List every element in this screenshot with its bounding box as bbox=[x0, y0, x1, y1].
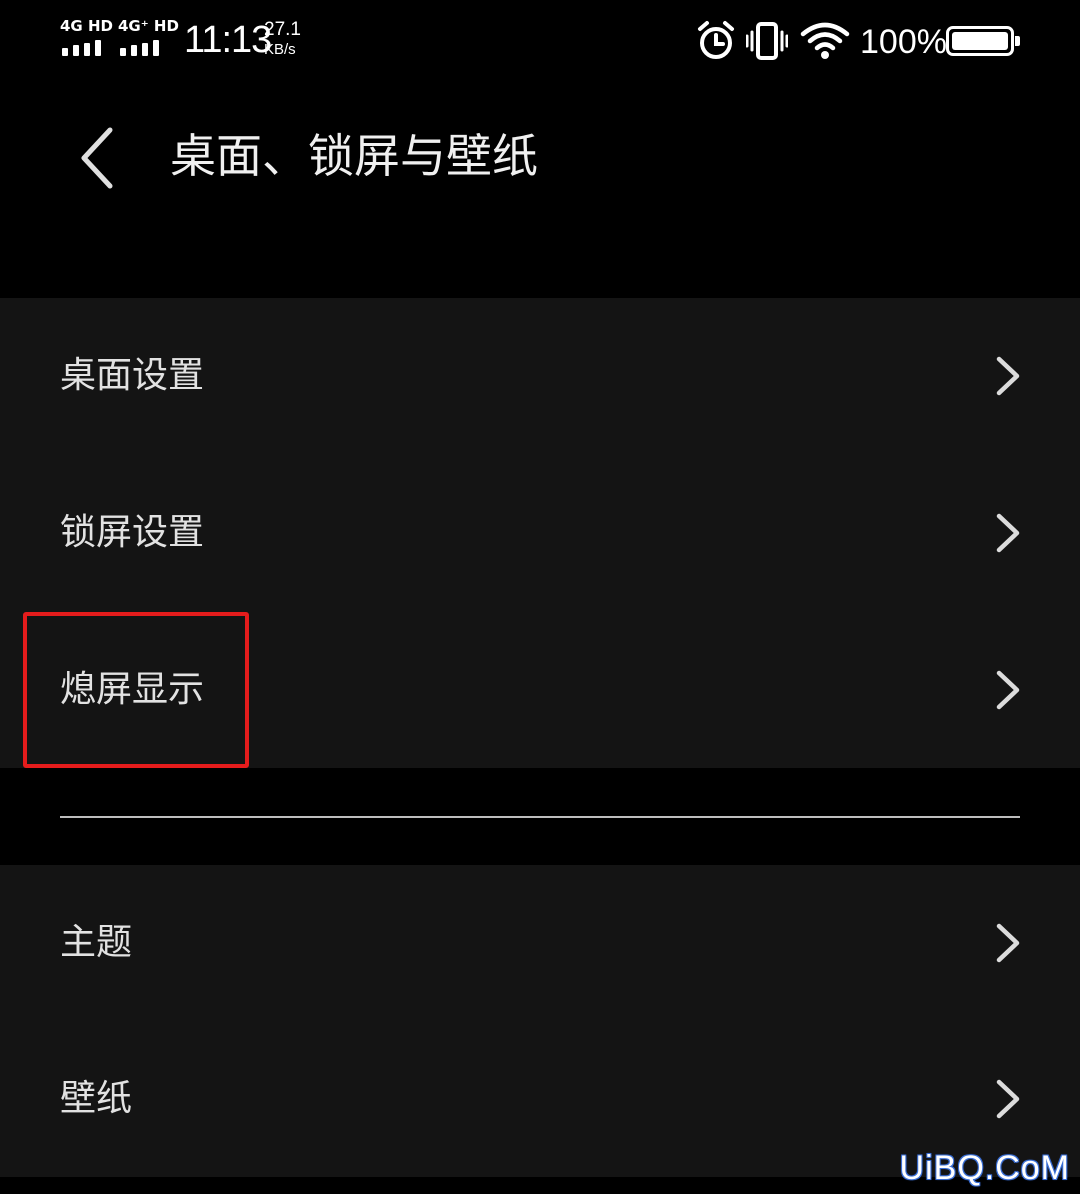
vibrate-icon bbox=[746, 22, 788, 60]
chevron-right-icon bbox=[996, 670, 1020, 710]
menu-item-theme[interactable]: 主题 bbox=[0, 865, 1080, 1021]
section-divider bbox=[60, 816, 1020, 818]
network-speed-value: 27.1 bbox=[264, 19, 301, 40]
network-speed: 27.1 KB/s bbox=[264, 20, 308, 60]
battery-icon bbox=[946, 26, 1020, 56]
menu-item-label: 锁屏设置 bbox=[60, 512, 205, 553]
chevron-right-icon bbox=[996, 513, 1020, 553]
status-bar: 4G HD 4G⁺ HD 11:13 27.1 KB/s 100% bbox=[0, 0, 1080, 84]
settings-group-display: 桌面设置 锁屏设置 熄屏显示 bbox=[0, 298, 1080, 768]
menu-item-label: 桌面设置 bbox=[60, 355, 205, 396]
chevron-right-icon bbox=[996, 1079, 1020, 1119]
network-speed-unit: KB/s bbox=[264, 41, 296, 58]
chevron-left-icon bbox=[81, 127, 113, 189]
menu-item-label: 主题 bbox=[60, 922, 133, 963]
sim2-network-label: 4G⁺ HD bbox=[118, 17, 179, 35]
watermark: UiBQ.CoM bbox=[899, 1149, 1070, 1187]
wifi-icon bbox=[800, 22, 850, 59]
status-time: 11:13 bbox=[184, 19, 272, 61]
settings-group-style: 主题 壁纸 bbox=[0, 865, 1080, 1177]
menu-item-label: 壁纸 bbox=[60, 1078, 133, 1119]
menu-item-always-on-display[interactable]: 熄屏显示 bbox=[0, 612, 1080, 768]
chevron-right-icon bbox=[996, 356, 1020, 396]
menu-item-lockscreen-settings[interactable]: 锁屏设置 bbox=[0, 455, 1080, 611]
chevron-right-icon bbox=[996, 923, 1020, 963]
page-title: 桌面、锁屏与壁纸 bbox=[170, 129, 538, 183]
alarm-icon bbox=[698, 21, 734, 59]
back-button[interactable] bbox=[70, 120, 130, 196]
sim2-signal-icon: 4G⁺ HD bbox=[118, 18, 179, 60]
menu-item-label: 熄屏显示 bbox=[60, 669, 205, 710]
sim1-network-label: 4G HD bbox=[60, 17, 113, 35]
sim1-signal-icon: 4G HD bbox=[60, 17, 113, 60]
battery-percent: 100% bbox=[860, 23, 947, 61]
menu-item-desktop-settings[interactable]: 桌面设置 bbox=[0, 298, 1080, 454]
